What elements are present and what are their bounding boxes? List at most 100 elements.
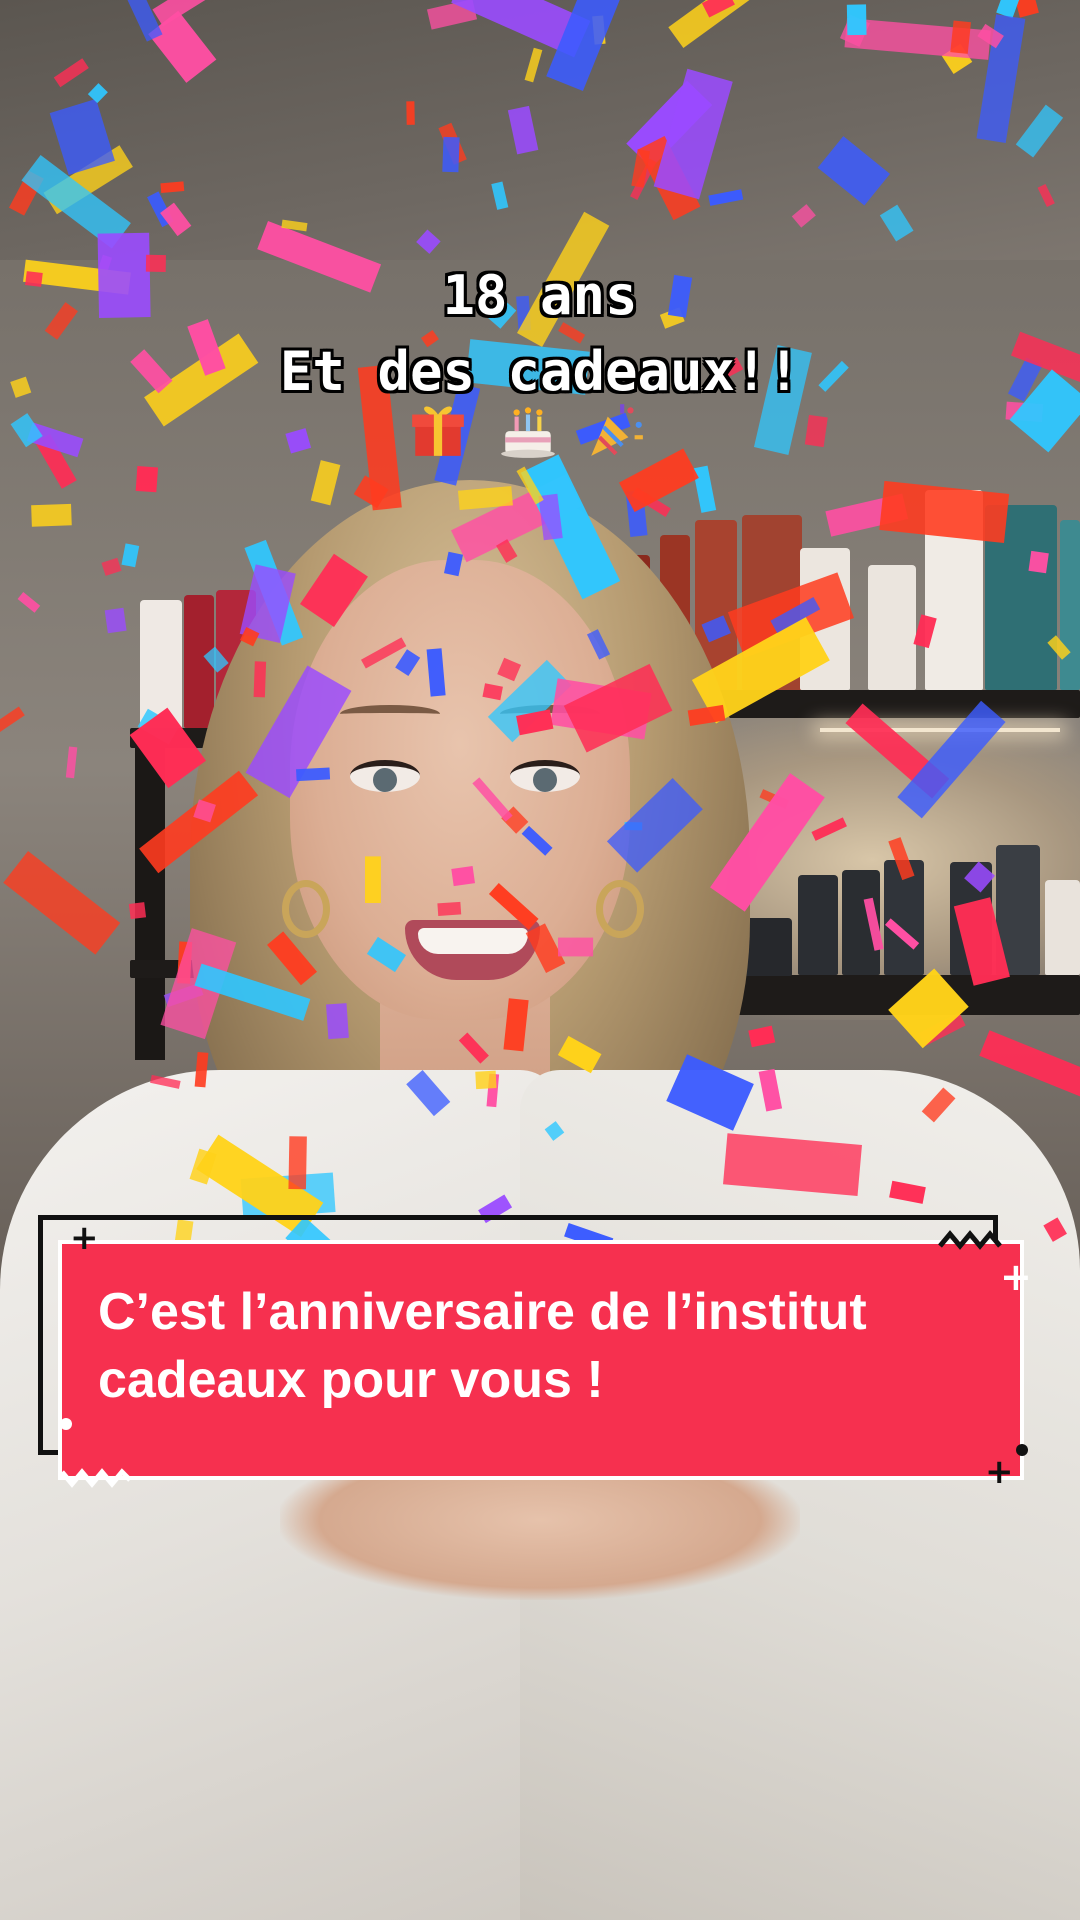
confetti-piece bbox=[701, 615, 731, 643]
confetti-piece bbox=[1047, 635, 1071, 660]
confetti-piece bbox=[606, 777, 703, 873]
confetti-piece bbox=[964, 861, 996, 893]
confetti-piece bbox=[1015, 104, 1064, 158]
confetti-piece bbox=[406, 101, 415, 125]
confetti-piece bbox=[503, 998, 529, 1052]
confetti-piece bbox=[203, 646, 229, 673]
confetti-piece bbox=[748, 1025, 776, 1048]
title-line-1: 18 ans bbox=[442, 264, 638, 327]
confetti-piece bbox=[150, 1074, 181, 1089]
confetti-piece bbox=[17, 592, 41, 613]
confetti-piece bbox=[482, 683, 503, 701]
confetti-piece bbox=[950, 20, 972, 54]
dot-icon bbox=[1016, 1444, 1028, 1456]
confetti-piece bbox=[521, 825, 553, 856]
confetti-piece bbox=[586, 629, 611, 660]
title-overlay: 18 ans Et des cadeaux!! bbox=[0, 258, 1080, 410]
confetti-piece bbox=[475, 1070, 497, 1090]
confetti-piece bbox=[913, 614, 937, 649]
confetti-piece bbox=[426, 648, 446, 697]
confetti-piece bbox=[395, 649, 421, 677]
confetti-piece bbox=[31, 503, 72, 527]
confetti-piece bbox=[1043, 1217, 1067, 1242]
confetti-piece bbox=[888, 968, 969, 1049]
confetti-piece bbox=[758, 1068, 783, 1112]
party-popper-icon bbox=[591, 404, 643, 456]
confetti-piece bbox=[791, 204, 816, 228]
confetti-piece bbox=[101, 557, 122, 576]
plus-icon: + bbox=[1000, 1255, 1032, 1299]
confetti-piece bbox=[194, 1051, 209, 1088]
confetti-piece bbox=[288, 1136, 307, 1190]
confetti-piece bbox=[65, 746, 78, 779]
confetti-piece bbox=[451, 865, 475, 887]
zigzag-icon bbox=[60, 1468, 132, 1488]
caption-line-1: C’est l’anniversaire de l’institut bbox=[98, 1283, 867, 1341]
emoji-row bbox=[0, 398, 1080, 468]
confetti-piece bbox=[442, 136, 460, 173]
confetti-piece bbox=[53, 58, 89, 88]
confetti-piece bbox=[128, 902, 147, 920]
confetti-piece bbox=[563, 663, 673, 753]
confetti-piece bbox=[458, 1032, 489, 1064]
confetti-piece bbox=[443, 551, 464, 577]
confetti-piece bbox=[126, 0, 163, 42]
confetti-piece bbox=[889, 1180, 926, 1204]
confetti-piece bbox=[139, 770, 259, 874]
confetti-piece bbox=[0, 706, 25, 738]
confetti-piece bbox=[488, 883, 539, 930]
confetti-piece bbox=[666, 1054, 754, 1131]
confetti-piece bbox=[885, 918, 920, 950]
confetti-piece bbox=[497, 657, 522, 682]
confetti-piece bbox=[1037, 183, 1055, 208]
confetti-piece bbox=[879, 480, 1010, 544]
confetti-piece bbox=[49, 98, 115, 175]
confetti-piece bbox=[491, 181, 509, 210]
confetti-piece bbox=[507, 105, 539, 155]
confetti-piece bbox=[472, 777, 513, 822]
confetti-piece bbox=[979, 1030, 1080, 1107]
confetti-piece bbox=[921, 1087, 956, 1123]
confetti-piece bbox=[104, 607, 127, 634]
confetti-piece bbox=[953, 897, 1010, 986]
confetti-piece bbox=[437, 901, 462, 916]
confetti-piece bbox=[1028, 550, 1049, 574]
caption-line-2: cadeaux pour vous ! bbox=[98, 1351, 604, 1409]
confetti-piece bbox=[557, 1035, 602, 1074]
confetti-piece bbox=[135, 466, 159, 493]
confetti-piece bbox=[524, 47, 543, 83]
confetti-piece bbox=[267, 931, 318, 986]
confetti-piece bbox=[879, 204, 914, 242]
confetti-piece bbox=[544, 1121, 565, 1141]
confetti-piece bbox=[326, 1003, 349, 1040]
confetti-piece bbox=[296, 767, 331, 782]
confetti-piece bbox=[364, 856, 381, 904]
confetti-piece bbox=[811, 817, 847, 841]
confetti-piece bbox=[817, 136, 891, 206]
confetti-piece bbox=[121, 543, 140, 568]
confetti-piece bbox=[888, 837, 915, 881]
zigzag-icon bbox=[938, 1230, 1002, 1250]
birthday-cake-icon bbox=[501, 407, 555, 458]
caption-text: C’est l’anniversaire de l’institut cadea… bbox=[98, 1278, 998, 1414]
confetti-piece bbox=[687, 704, 726, 727]
confetti-piece bbox=[148, 10, 217, 83]
confetti-piece bbox=[863, 897, 884, 951]
confetti-piece bbox=[723, 1133, 862, 1196]
confetti-piece bbox=[406, 1069, 451, 1117]
gift-icon bbox=[412, 406, 464, 456]
confetti-piece bbox=[692, 465, 717, 513]
dot-icon bbox=[60, 1418, 72, 1430]
video-frame: 18 ans Et des cadeaux!! C’est l’annivers… bbox=[0, 0, 1080, 1920]
confetti-piece bbox=[3, 850, 121, 955]
confetti-piece bbox=[366, 936, 407, 973]
confetti-piece bbox=[558, 937, 594, 957]
confetti-piece bbox=[87, 83, 108, 104]
confetti-piece bbox=[129, 707, 206, 789]
confetti-piece bbox=[708, 189, 744, 206]
plus-icon: + bbox=[70, 1218, 99, 1258]
confetti-piece bbox=[253, 661, 267, 698]
confetti-piece bbox=[300, 553, 368, 627]
confetti-piece bbox=[160, 181, 185, 193]
confetti-piece bbox=[846, 4, 867, 36]
